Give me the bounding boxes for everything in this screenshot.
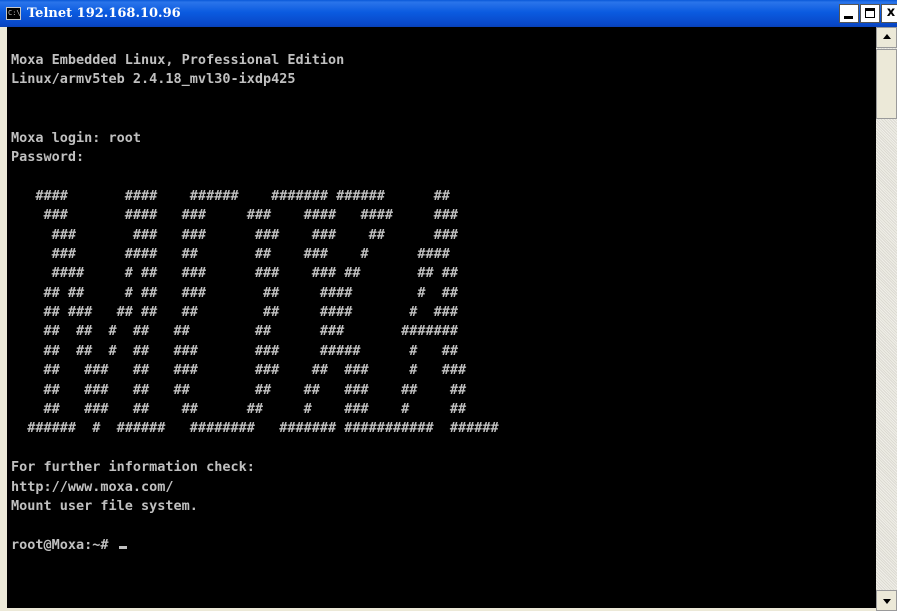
console-text: Moxa Embedded Linux, Professional Editio… xyxy=(11,51,499,555)
window-frame xyxy=(0,27,7,611)
banner-line: ## ### ## ## ## # ### # ## xyxy=(11,401,467,418)
scroll-down-icon xyxy=(883,599,891,604)
minimize-button[interactable] xyxy=(839,4,859,23)
banner-line: #### # ## ### ### ### ## ## ## xyxy=(11,265,459,282)
text-cursor xyxy=(118,545,127,549)
vertical-scrollbar[interactable] xyxy=(876,27,897,611)
scrollbar-thumb[interactable] xyxy=(876,49,897,119)
banner-line: ### ### ### ### ### ## ### xyxy=(11,226,459,243)
banner-line: ## ## # ## ## ## ### ####### xyxy=(11,323,459,340)
window-title: Telnet 192.168.10.96 xyxy=(27,6,181,21)
banner-line: ### #### ## ## ### # #### xyxy=(11,245,450,262)
maximize-button[interactable] xyxy=(860,4,880,23)
header-line: Linux/armv5teb 2.4.18_mvl30-ixdp425 xyxy=(11,71,296,88)
scroll-down-button[interactable] xyxy=(876,590,897,611)
minimize-icon xyxy=(844,16,853,19)
banner-line: ## ### ## ### ### ## ### # ### xyxy=(11,362,467,379)
banner-line: ## ## # ## ### ### ##### # ## xyxy=(11,342,459,359)
footer-line xyxy=(11,439,499,458)
scroll-up-button[interactable] xyxy=(876,27,897,48)
header-line xyxy=(11,109,499,128)
header-line: Moxa Embedded Linux, Professional Editio… xyxy=(11,52,345,68)
title-bar[interactable]: C:\ Telnet 192.168.10.96 x xyxy=(0,0,897,27)
header-line: Moxa login: root xyxy=(11,129,142,146)
close-icon: x xyxy=(886,5,896,20)
banner-line: ## ### ## ## ## ## #### # ### xyxy=(11,304,459,321)
banner-line: ### #### ### ### #### #### ### xyxy=(11,207,459,224)
banner-line xyxy=(11,167,499,186)
banner-line: ## ### ## ## ## ## ### ## ## xyxy=(11,381,467,398)
console-icon[interactable]: C:\ xyxy=(6,7,21,20)
footer-line xyxy=(11,516,499,535)
header-line xyxy=(11,90,499,109)
banner-line: #### #### ###### ####### ###### ## xyxy=(11,187,450,204)
header-line: Password: xyxy=(11,148,85,165)
banner-line: ###### # ###### ######## ####### #######… xyxy=(11,420,499,437)
footer-line: http://www.moxa.com/ xyxy=(11,478,174,495)
shell-prompt-line[interactable]: root@Moxa:~# xyxy=(11,536,499,555)
shell-prompt: root@Moxa:~# xyxy=(11,536,109,553)
console-output[interactable]: Moxa Embedded Linux, Professional Editio… xyxy=(7,27,876,608)
close-button[interactable]: x xyxy=(881,4,897,23)
telnet-window: C:\ Telnet 192.168.10.96 x Moxa Embedded… xyxy=(0,0,897,611)
footer-line: Mount user file system. xyxy=(11,497,198,514)
footer-line: For further information check: xyxy=(11,459,255,476)
banner-line: ## ## # ## ### ## #### # ## xyxy=(11,284,459,301)
scroll-up-icon xyxy=(883,34,891,39)
maximize-icon xyxy=(865,8,875,18)
